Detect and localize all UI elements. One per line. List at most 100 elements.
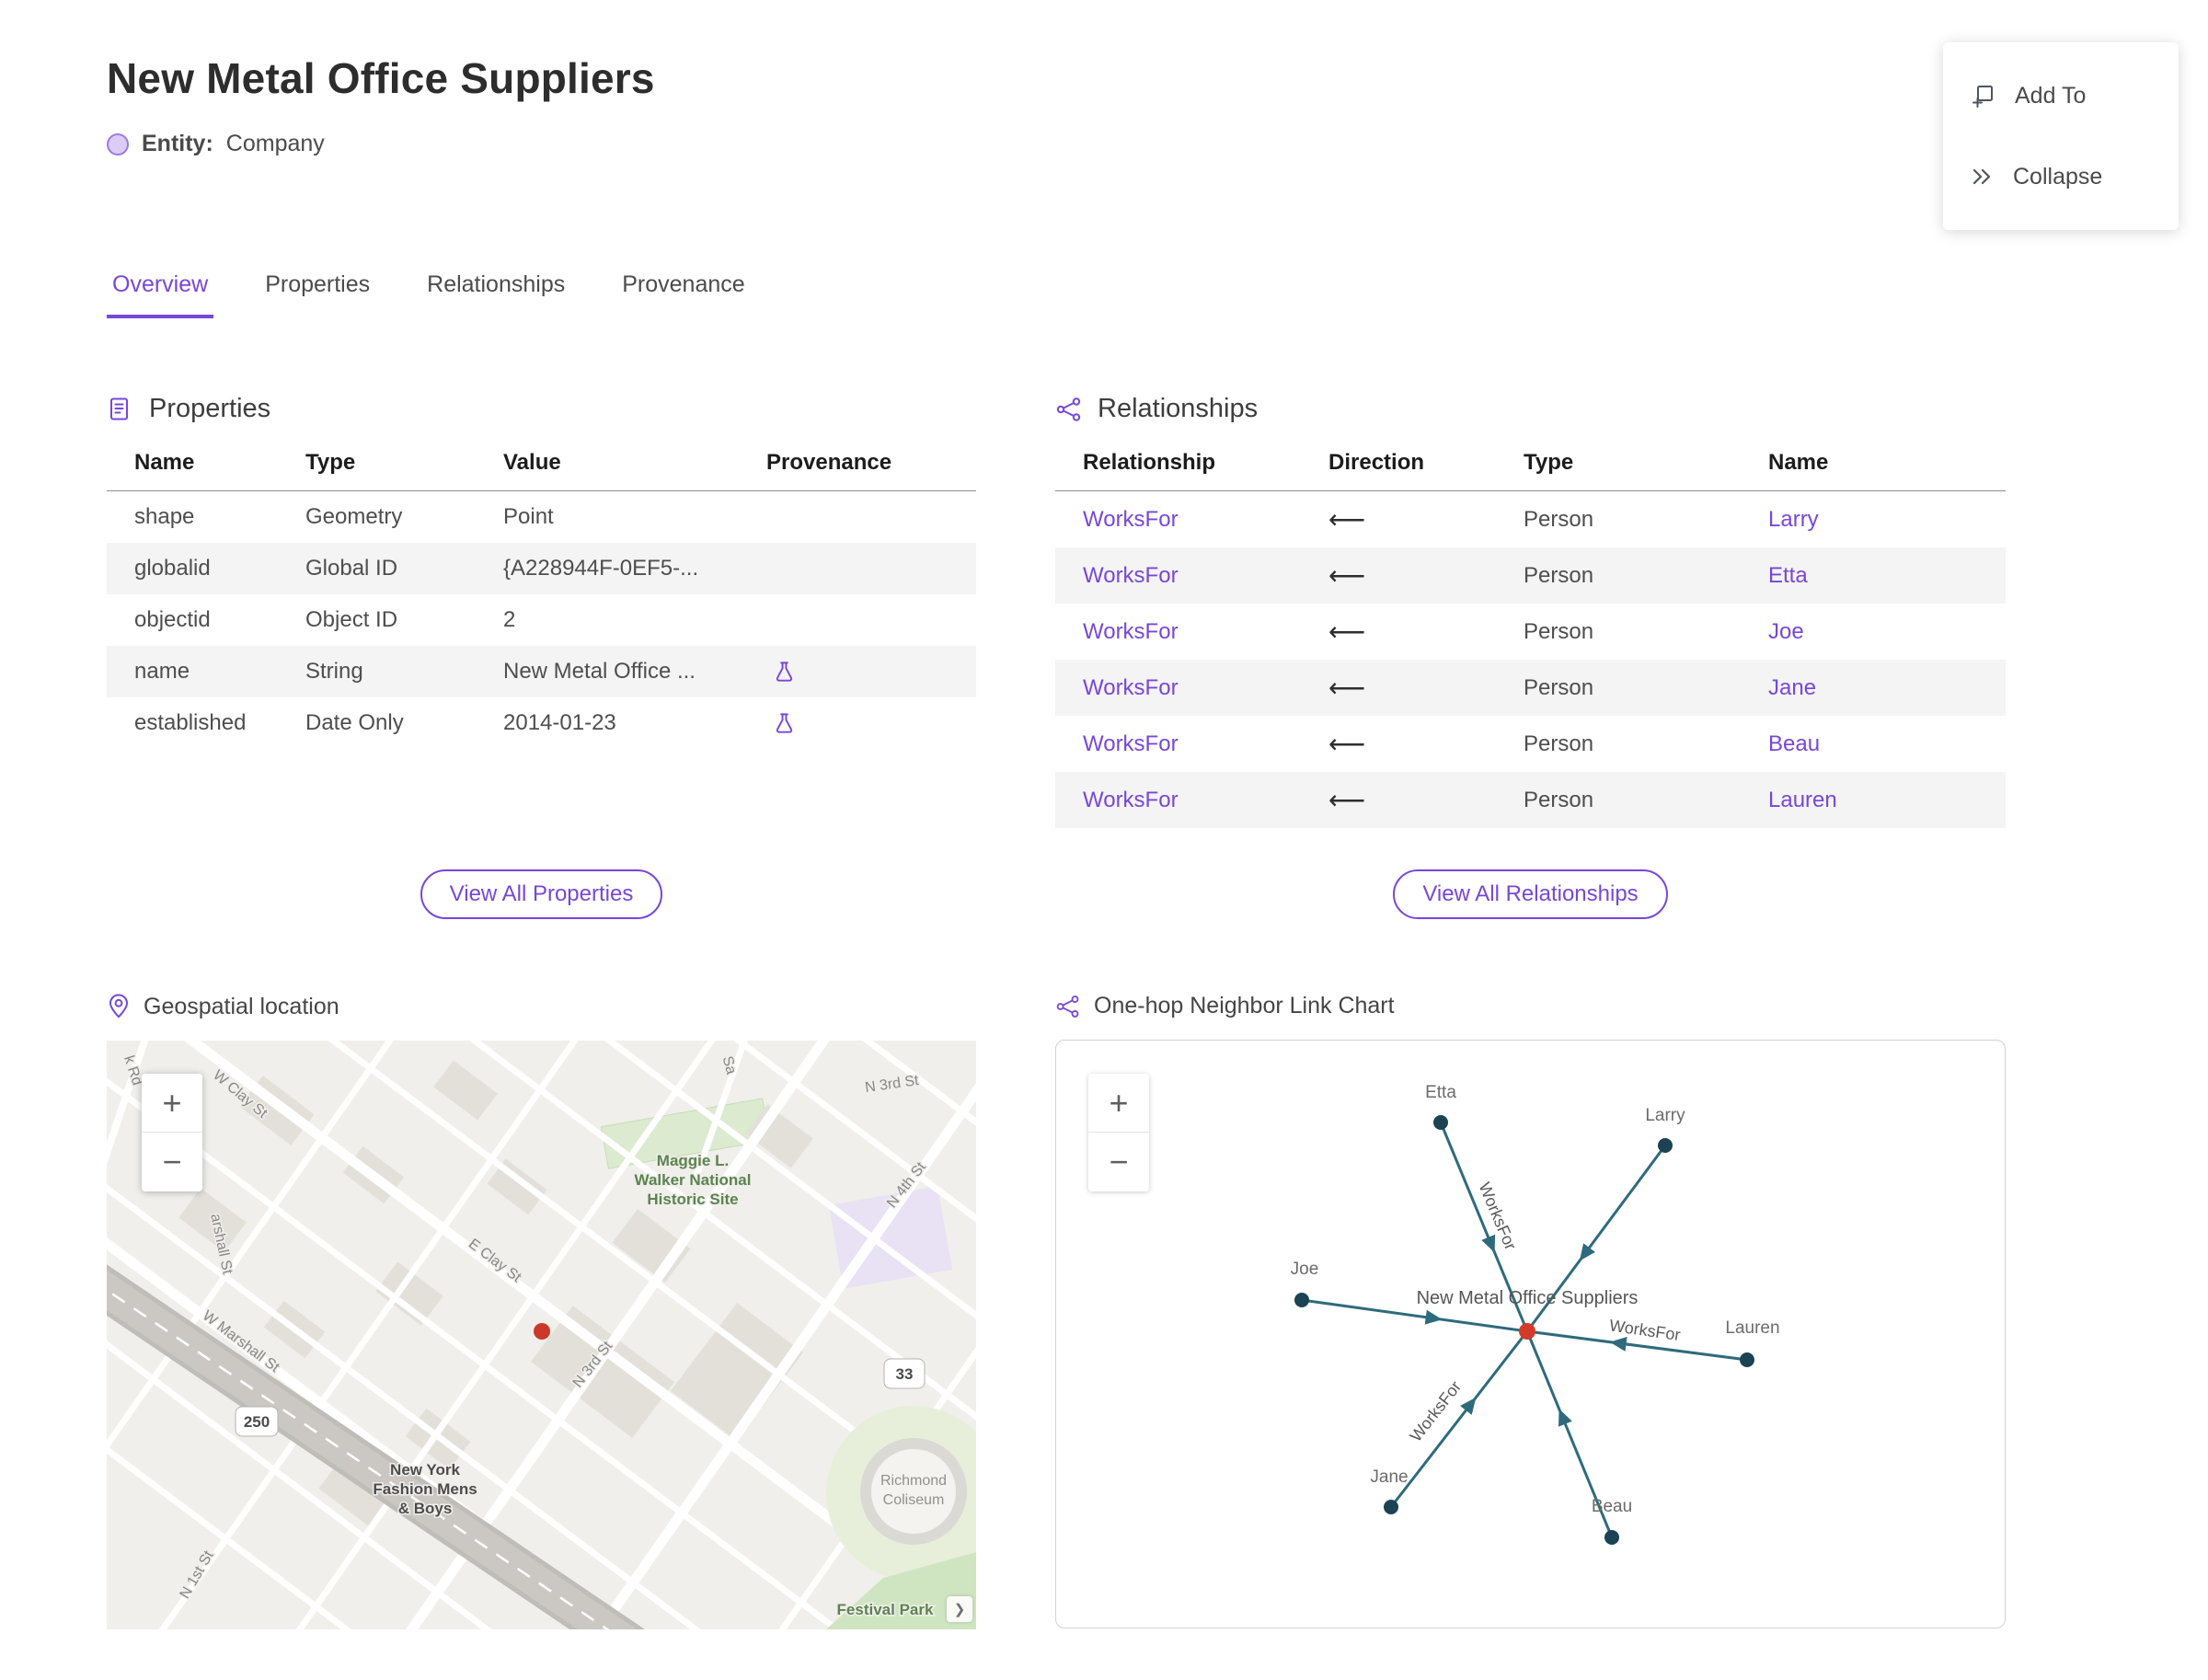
tab-bar: Overview Properties Relationships Proven… xyxy=(107,271,2208,318)
table-row: globalid Global ID {A228944F-0EF5-... xyxy=(107,543,976,594)
prop-provenance xyxy=(766,594,976,646)
route-shield-250: 250 xyxy=(244,1413,270,1431)
page-title: New Metal Office Suppliers xyxy=(107,54,655,102)
direction-arrow: ⟵ xyxy=(1328,617,1366,646)
poi-label: New York xyxy=(390,1461,460,1479)
prop-name: name xyxy=(107,646,305,698)
link-chart-zoom-control: + − xyxy=(1088,1074,1149,1191)
table-row: WorksFor ⟵ Person Jane xyxy=(1055,660,2006,716)
graph-node[interactable] xyxy=(1294,1293,1309,1307)
table-row: WorksFor ⟵ Person Larry xyxy=(1055,491,2006,548)
link-chart-section-title: One-hop Neighbor Link Chart xyxy=(1094,993,1395,1018)
table-row: WorksFor ⟵ Person Lauren xyxy=(1055,772,2006,828)
add-to-button[interactable]: Add To xyxy=(1943,55,2179,136)
map-marker[interactable] xyxy=(534,1323,550,1340)
prop-value: {A228944F-0EF5-... xyxy=(503,543,766,594)
graph-node-label: Joe xyxy=(1291,1260,1319,1279)
poi-label: Festival Park xyxy=(837,1601,934,1618)
view-all-relationships-button[interactable]: View All Relationships xyxy=(1393,869,1668,919)
graph-node[interactable] xyxy=(1433,1115,1448,1130)
entity-link[interactable]: Beau xyxy=(1768,716,2006,772)
properties-section-title: Properties xyxy=(149,394,271,423)
graph-edge-arrow xyxy=(1460,1397,1477,1415)
properties-header-row: Name Type Value Provenance xyxy=(107,450,976,491)
properties-icon xyxy=(110,397,128,420)
entity-link[interactable]: Lauren xyxy=(1768,772,2006,828)
relationships-header-row: Relationship Direction Type Name xyxy=(1055,450,2006,491)
relationship-link[interactable]: WorksFor xyxy=(1055,772,1328,828)
provenance-icon[interactable] xyxy=(772,660,797,685)
map-zoom-control: + − xyxy=(142,1074,202,1191)
relationship-link[interactable]: WorksFor xyxy=(1055,716,1328,772)
prop-provenance xyxy=(766,697,976,749)
geospatial-section-header: Geospatial location xyxy=(107,993,976,1020)
entity-link[interactable]: Larry xyxy=(1768,491,2006,548)
rel-type: Person xyxy=(1524,618,1594,644)
graph-node-label: Larry xyxy=(1645,1106,1685,1125)
prop-name: globalid xyxy=(107,543,305,594)
entity-link[interactable]: Etta xyxy=(1768,547,2006,604)
entity-link[interactable]: Jane xyxy=(1768,660,2006,716)
relationship-link[interactable]: WorksFor xyxy=(1055,491,1328,548)
relationship-link[interactable]: WorksFor xyxy=(1055,660,1328,716)
chart-zoom-in-button[interactable]: + xyxy=(1088,1074,1149,1133)
prop-value: 2 xyxy=(503,607,516,632)
prop-value: New Metal Office ... xyxy=(503,646,766,698)
map-coliseum-building xyxy=(860,1438,967,1545)
view-all-properties-button[interactable]: View All Properties xyxy=(420,869,663,919)
chart-zoom-out-button[interactable]: − xyxy=(1088,1133,1149,1191)
poi-label: Fashion Mens xyxy=(373,1480,477,1498)
graph-node-label: Etta xyxy=(1425,1083,1456,1102)
map[interactable]: 250 33 k Rd W Clay St Sa N 3rd St N 4th … xyxy=(107,1041,976,1629)
map-pin-icon xyxy=(109,994,129,1018)
poi-label: & Boys xyxy=(398,1500,453,1517)
tab-properties[interactable]: Properties xyxy=(259,271,375,318)
link-chart-icon xyxy=(1056,995,1079,1018)
collapse-icon xyxy=(1972,168,1991,185)
properties-section-header: Properties xyxy=(107,394,976,424)
prop-name: objectid xyxy=(134,607,211,632)
poi-label: Maggie L. xyxy=(657,1152,729,1169)
map-zoom-out-button[interactable]: − xyxy=(142,1133,202,1191)
prop-type: Date Only xyxy=(305,710,404,736)
relationships-section-title: Relationships xyxy=(1098,394,1259,423)
action-panel: Add To Collapse xyxy=(1943,42,2179,230)
graph-node[interactable] xyxy=(1740,1352,1754,1367)
direction-arrow: ⟵ xyxy=(1328,660,1524,716)
map-zoom-in-button[interactable]: + xyxy=(142,1074,202,1133)
link-chart[interactable]: WorksFor WorksFor WorksFor Etta Larry Joe Laur… xyxy=(1055,1040,2006,1628)
properties-table: Name Type Value Provenance shape Geometr… xyxy=(107,450,976,749)
graph-node[interactable] xyxy=(1604,1530,1619,1545)
tab-relationships[interactable]: Relationships xyxy=(421,271,570,318)
direction-arrow: ⟵ xyxy=(1328,772,1524,828)
relationship-link[interactable]: WorksFor xyxy=(1055,547,1328,604)
col-name: Name xyxy=(107,450,305,491)
rel-type: Person xyxy=(1524,731,1594,756)
entity-label: Entity: xyxy=(142,131,213,156)
relationship-link[interactable]: WorksFor xyxy=(1055,604,1328,660)
add-to-icon xyxy=(1972,86,1993,108)
rel-type: Person xyxy=(1524,660,1768,716)
graph-edge xyxy=(1389,1330,1529,1508)
tab-overview[interactable]: Overview xyxy=(107,271,214,318)
relationships-table: Relationship Direction Type Name WorksFo… xyxy=(1055,450,2006,828)
rel-type: Person xyxy=(1524,547,1768,604)
prop-provenance xyxy=(766,646,976,698)
prop-name: established xyxy=(134,710,247,736)
collapse-button[interactable]: Collapse xyxy=(1943,136,2179,217)
map-attribution-toggle[interactable]: ❯ xyxy=(947,1596,972,1622)
graph-node[interactable] xyxy=(1658,1138,1673,1153)
relationships-icon xyxy=(1056,397,1081,421)
graph-center-node[interactable] xyxy=(1519,1323,1535,1340)
map-canvas: 250 33 k Rd W Clay St Sa N 3rd St N 4th … xyxy=(107,1041,976,1629)
graph-node[interactable] xyxy=(1384,1500,1398,1514)
col-value: Value xyxy=(503,450,766,491)
provenance-icon[interactable] xyxy=(772,711,797,736)
entity-link[interactable]: Joe xyxy=(1768,604,2006,660)
direction-arrow: ⟵ xyxy=(1328,730,1366,758)
poi-label: Historic Site xyxy=(647,1191,738,1208)
prop-value: 2014-01-23 xyxy=(503,710,616,736)
entity-type-icon xyxy=(107,132,129,155)
tab-provenance[interactable]: Provenance xyxy=(616,271,750,318)
col-rel-name: Name xyxy=(1768,450,2006,491)
